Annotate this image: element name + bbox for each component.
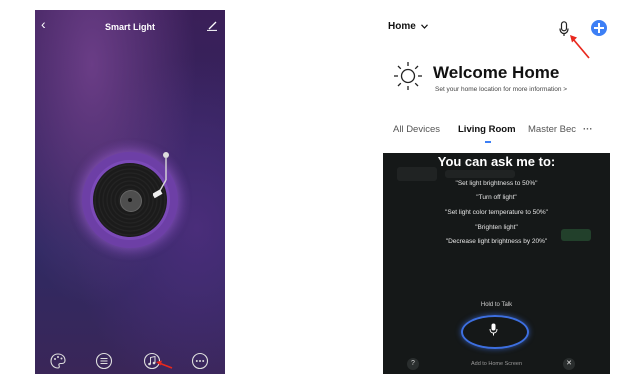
voice-suggestion: "Turn off light" [476,194,517,201]
voice-suggestion: "Decrease light brightness by 20%" [445,238,548,245]
tab-living-room[interactable]: Living Room [458,124,516,135]
more-icon[interactable] [191,352,209,370]
hold-to-talk-label: Hold to Talk [480,302,513,308]
location-prompt[interactable]: Set your home location for more informat… [435,86,567,93]
sun-icon [394,62,422,90]
red-arrow-annotation [156,360,173,369]
active-tab-indicator [485,141,491,143]
smart-light-screen: ‹ Smart Light [35,10,225,374]
home-header: Home Welcome Home Set your home location… [383,10,610,153]
welcome-title: Welcome Home [433,63,560,82]
pencil-icon[interactable] [206,19,218,31]
record-spindle [128,198,132,202]
red-arrow-annotation [570,35,590,59]
palette-icon[interactable] [49,352,67,370]
microphone-icon[interactable] [559,21,569,37]
home-selector[interactable]: Home [388,21,428,32]
page-title: Smart Light [104,22,155,32]
home-screen: Home Welcome Home Set your home location… [383,10,610,374]
header: ‹ Smart Light [35,10,225,42]
list-icon[interactable] [95,352,113,370]
tabs-more-button[interactable]: ··· [583,124,593,135]
tonearm-icon [153,152,169,199]
tab-master-bedroom[interactable]: Master Bec [528,124,576,135]
voice-suggestion: "Brighten light" [475,224,518,231]
voice-prompt-title: You can ask me to: [437,154,556,169]
chevron-down-icon [420,24,428,29]
voice-suggestion: "Set light brightness to 50%" [455,180,538,187]
microphone-icon [489,323,498,336]
background-device-card [445,170,515,178]
bottom-toolbar [35,346,225,374]
tab-all-devices[interactable]: All Devices [393,124,440,135]
home-selector-label: Home [388,21,416,32]
add-button[interactable] [591,20,607,36]
add-to-home-screen-link[interactable]: Add to Home Screen [383,361,610,367]
voice-suggestion: "Set light color temperature to 50%" [445,209,548,216]
close-button[interactable]: ✕ [563,358,575,370]
voice-assistant-overlay: You can ask me to: "Set light brightness… [383,153,610,374]
background-device-card [397,167,437,181]
